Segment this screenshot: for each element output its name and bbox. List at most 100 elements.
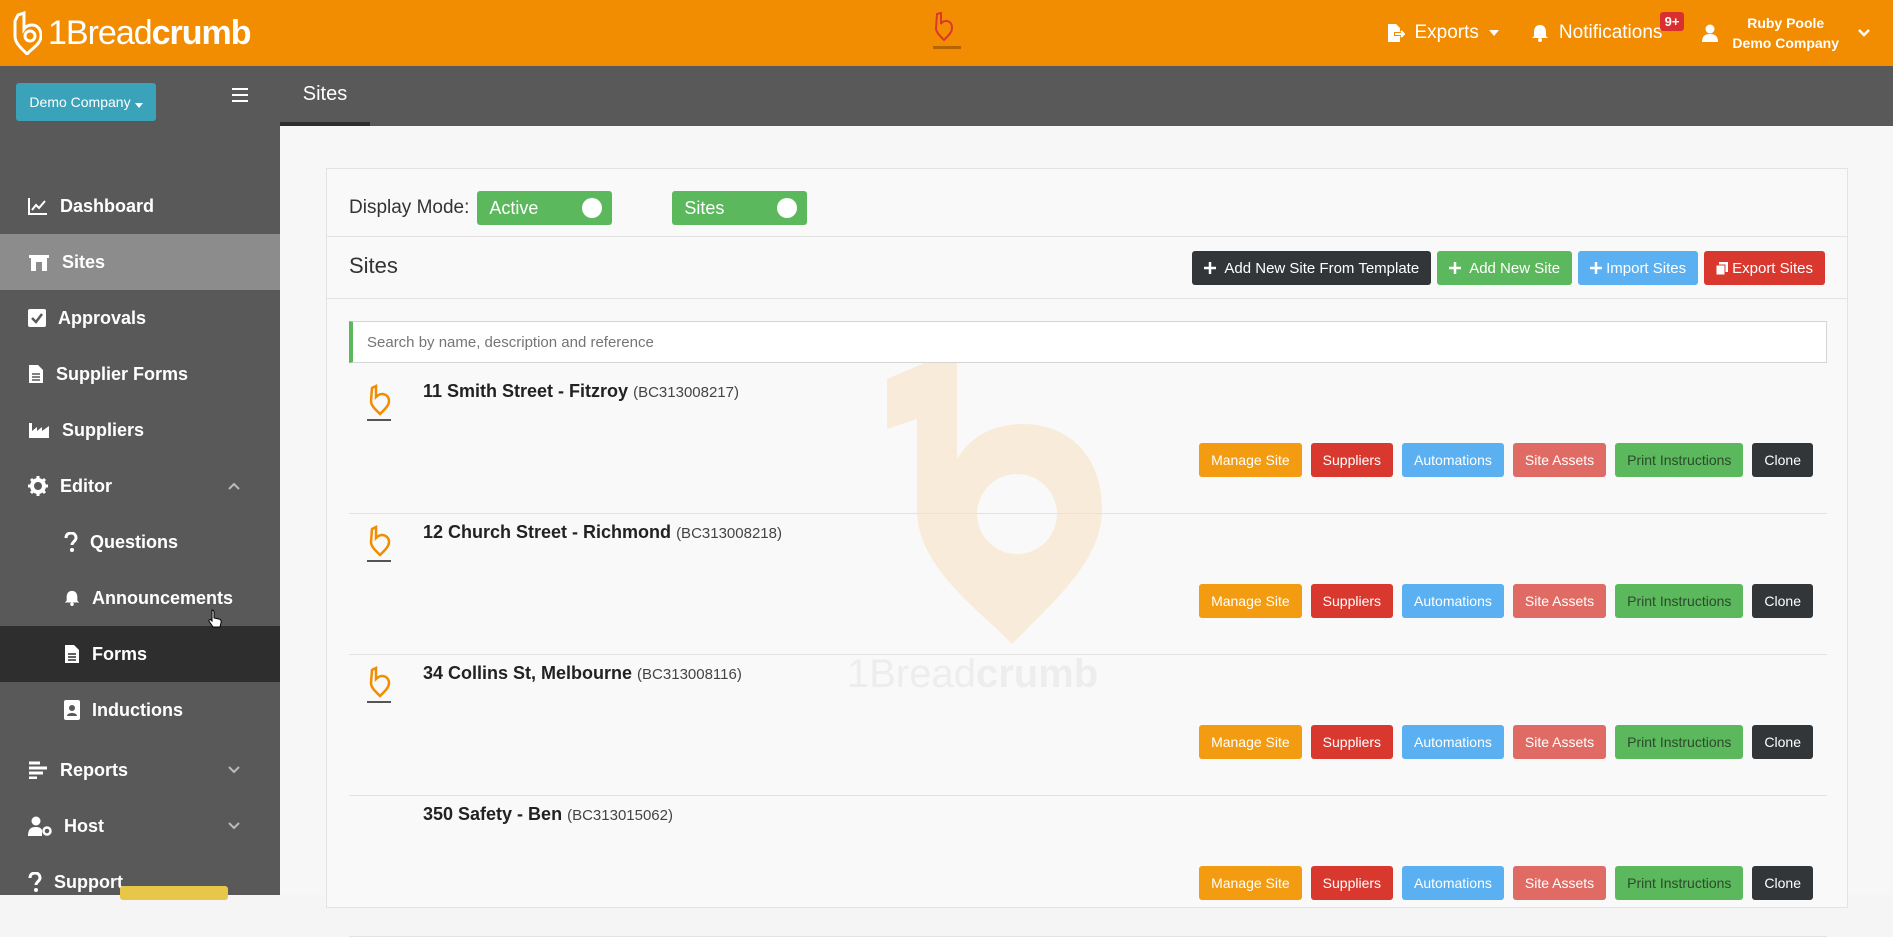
- add-site-from-template-button[interactable]: Add New Site From Template: [1192, 251, 1432, 285]
- brand-name: 1Breadcrumb: [48, 13, 252, 52]
- mouse-pointer-icon: [208, 609, 222, 628]
- plus-icon: [1590, 262, 1603, 274]
- hamburger-menu-icon[interactable]: [232, 88, 248, 102]
- sites-actions: Add New Site From Template Add New Site …: [1186, 251, 1825, 285]
- file-export-icon: [1387, 24, 1405, 42]
- bell-icon: [1531, 25, 1548, 42]
- divider: [327, 298, 1847, 299]
- site-assets-button[interactable]: Site Assets: [1512, 584, 1607, 618]
- site-actions: Manage Site Suppliers Automations Site A…: [1190, 443, 1813, 477]
- divider: [327, 236, 1847, 237]
- toggle-knob: [777, 198, 798, 218]
- exports-menu[interactable]: Exports: [1385, 22, 1499, 44]
- sidebar-item-supplier-forms[interactable]: Supplier Forms: [0, 346, 280, 402]
- sidebar-item-suppliers[interactable]: Suppliers: [0, 402, 280, 458]
- site-assets-button[interactable]: Site Assets: [1512, 443, 1607, 477]
- chevron-down-icon: [228, 766, 240, 774]
- sidebar-item-dashboard[interactable]: Dashboard: [0, 178, 280, 234]
- sidebar-item-inductions[interactable]: Inductions: [0, 682, 280, 738]
- clone-button[interactable]: Clone: [1752, 443, 1813, 477]
- search-input[interactable]: [349, 321, 1827, 363]
- bars-icon: [29, 761, 47, 779]
- plus-icon: [1449, 262, 1462, 274]
- notifications-label: Notifications: [1558, 22, 1663, 43]
- print-instructions-button[interactable]: Print Instructions: [1615, 725, 1744, 759]
- chevron-down-icon: [228, 822, 240, 830]
- sidebar-item-host[interactable]: Host: [0, 798, 280, 854]
- sidebar-item-reports[interactable]: Reports: [0, 742, 280, 798]
- print-instructions-button[interactable]: Print Instructions: [1615, 584, 1744, 618]
- bell-icon: [64, 590, 80, 606]
- exports-label: Exports: [1414, 22, 1479, 43]
- sidebar-item-label: Questions: [90, 531, 179, 552]
- button-label: Import Sites: [1606, 259, 1687, 277]
- clone-button[interactable]: Clone: [1752, 584, 1813, 618]
- clone-button[interactable]: Clone: [1752, 725, 1813, 759]
- sidebar-item-forms[interactable]: Forms: [0, 626, 280, 682]
- manage-site-button[interactable]: Manage Site: [1199, 443, 1302, 477]
- site-name[interactable]: 350 Safety - Ben (BC313015062): [423, 804, 673, 825]
- user-gear-icon: [28, 816, 52, 836]
- sidebar-item-sites[interactable]: Sites: [0, 234, 280, 290]
- import-sites-button[interactable]: Import Sites: [1578, 251, 1699, 285]
- display-mode-label: Display Mode:: [349, 197, 470, 218]
- manage-site-button[interactable]: Manage Site: [1199, 584, 1302, 618]
- automations-button[interactable]: Automations: [1402, 443, 1504, 477]
- button-label: Add New Site From Template: [1224, 259, 1420, 277]
- sidebar-item-label: Announcements: [92, 587, 234, 608]
- site-assets-button[interactable]: Site Assets: [1512, 725, 1607, 759]
- company-select[interactable]: Demo Company: [16, 83, 156, 121]
- toggle-knob: [582, 198, 603, 218]
- question-icon: [64, 532, 78, 552]
- brand-logo[interactable]: 1Breadcrumb: [0, 0, 252, 66]
- sites-toggle[interactable]: Sites: [672, 191, 808, 225]
- sidebar-item-announcements[interactable]: Announcements: [0, 570, 280, 626]
- caret-down-icon: [134, 102, 143, 108]
- sidebar-item-label: Inductions: [92, 699, 183, 720]
- site-logo-icon: [367, 383, 391, 421]
- add-new-site-button[interactable]: Add New Site: [1437, 251, 1573, 285]
- site-row: 350 Safety - Ben (BC313015062) Manage Si…: [349, 796, 1827, 937]
- sidebar-item-label: Reports: [60, 759, 129, 780]
- user-menu[interactable]: Ruby Poole Demo Company: [1702, 13, 1871, 53]
- automations-button[interactable]: Automations: [1402, 584, 1504, 618]
- main-content: 1Breadcrumb Display Mode: Active Sites S…: [280, 126, 1893, 937]
- site-name[interactable]: 34 Collins St, Melbourne (BC313008116): [423, 663, 742, 684]
- print-instructions-button[interactable]: Print Instructions: [1615, 443, 1744, 477]
- company-select-label: Demo Company: [29, 94, 131, 110]
- automations-button[interactable]: Automations: [1402, 725, 1504, 759]
- question-icon: [28, 872, 42, 892]
- plus-icon: [1204, 262, 1217, 274]
- site-logo-icon: [367, 665, 391, 703]
- suppliers-button[interactable]: Suppliers: [1310, 725, 1394, 759]
- active-toggle[interactable]: Active: [477, 191, 613, 225]
- sidebar-item-support[interactable]: Support: [0, 854, 280, 910]
- site-row: 12 Church Street - Richmond (BC313008218…: [349, 514, 1827, 655]
- sidebar-item-label: Approvals: [58, 307, 147, 328]
- sidebar-item-label: Host: [64, 815, 104, 836]
- site-logo-icon: [367, 524, 391, 562]
- status-badge: [120, 886, 228, 900]
- sidebar-item-questions[interactable]: Questions: [0, 514, 280, 570]
- site-actions: Manage Site Suppliers Automations Site A…: [1190, 584, 1813, 618]
- sidebar-item-label: Support: [54, 871, 123, 892]
- suppliers-button[interactable]: Suppliers: [1310, 584, 1394, 618]
- user-name: Ruby Poole: [1747, 15, 1825, 31]
- suppliers-button[interactable]: Suppliers: [1310, 443, 1394, 477]
- export-sites-button[interactable]: Export Sites: [1704, 251, 1825, 285]
- sidebar-item-approvals[interactable]: Approvals: [0, 290, 280, 346]
- site-reference: (BC313008217): [633, 384, 739, 401]
- notifications-menu[interactable]: Notifications 9+: [1531, 12, 1685, 44]
- gear-icon: [28, 476, 48, 496]
- tab-sites[interactable]: Sites: [280, 66, 370, 126]
- active-toggle-label: Active: [489, 197, 539, 218]
- sidebar-item-editor[interactable]: Editor: [0, 458, 280, 514]
- notifications-badge: 9+: [1659, 12, 1685, 31]
- chevron-up-icon: [228, 482, 240, 490]
- copy-icon: [1716, 261, 1729, 275]
- sidebar-item-label: Dashboard: [60, 195, 155, 216]
- manage-site-button[interactable]: Manage Site: [1199, 725, 1302, 759]
- site-name[interactable]: 12 Church Street - Richmond (BC313008218…: [423, 522, 782, 543]
- site-reference: (BC313008116): [637, 666, 742, 683]
- site-name[interactable]: 11 Smith Street - Fitzroy (BC313008217): [423, 381, 739, 402]
